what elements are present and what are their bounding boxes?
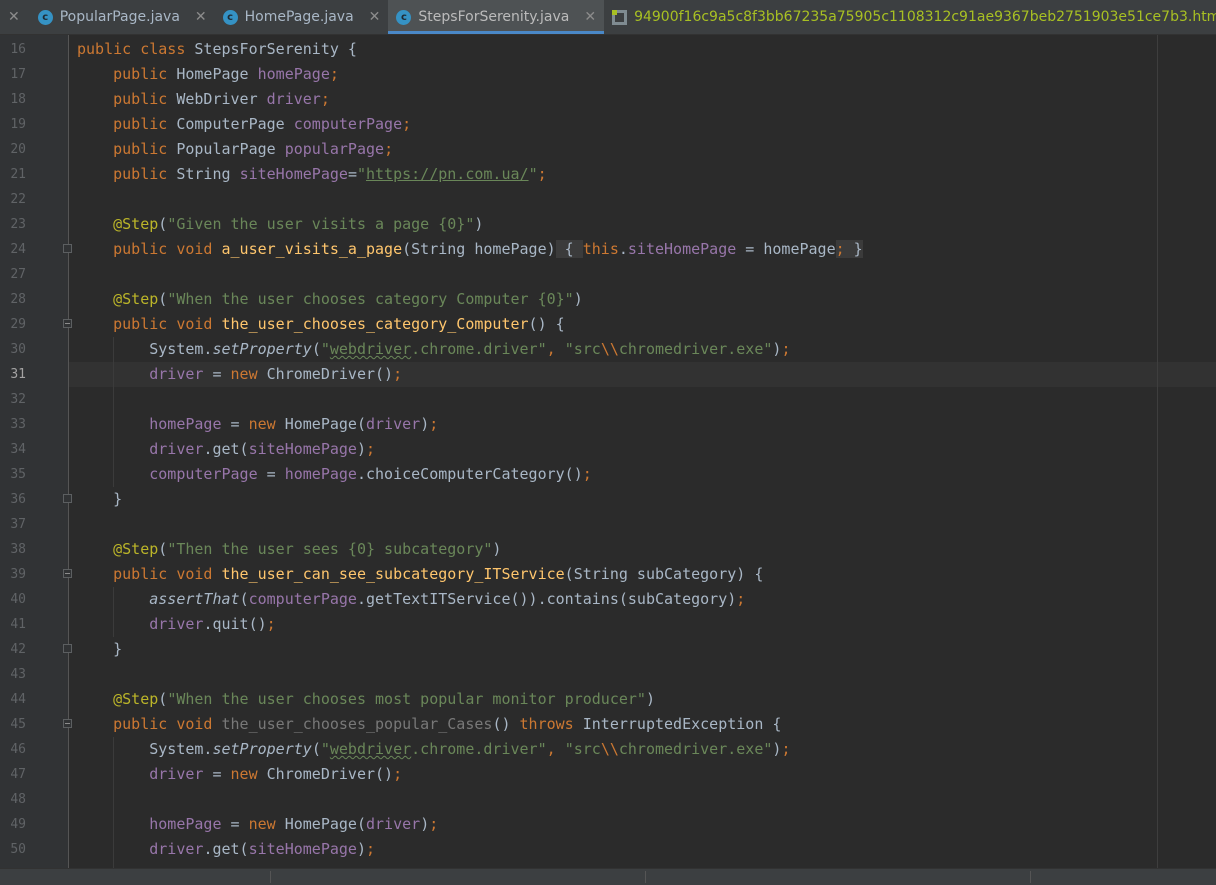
code-line: 17 public HomePage homePage;: [10, 65, 339, 83]
close-icon[interactable]: ✕: [369, 9, 381, 25]
fold-icon[interactable]: [63, 494, 72, 503]
code-line: 16 public class StepsForSerenity {: [10, 40, 357, 58]
tab-homepage-java[interactable]: c HomePage.java ✕: [215, 0, 389, 34]
code-line: 30 System.setProperty("webdriver.chrome.…: [10, 340, 791, 358]
fold-icon[interactable]: [63, 719, 72, 728]
code-line: 29 public void the_user_chooses_category…: [10, 315, 565, 333]
code-line: 23 @Step("Given the user visits a page {…: [10, 215, 484, 233]
code-line: 22: [10, 192, 26, 207]
code-line: 28 @Step("When the user chooses category…: [10, 290, 583, 308]
code-line: 45 public void the_user_chooses_popular_…: [10, 715, 782, 733]
code-line: 42 }: [10, 640, 123, 658]
code-line: 37: [10, 517, 26, 532]
close-icon[interactable]: ✕: [584, 9, 596, 25]
tab-label: HomePage.java: [244, 9, 354, 25]
code-line: 18 public WebDriver driver;: [10, 90, 330, 108]
code-line: 38 @Step("Then the user sees {0} subcate…: [10, 540, 502, 558]
status-divider: [1030, 871, 1031, 883]
code-line: 20 public PopularPage popularPage;: [10, 140, 394, 158]
code-line: 19 public ComputerPage computerPage;: [10, 115, 412, 133]
fold-icon[interactable]: [63, 569, 72, 578]
url-link[interactable]: https://pn.com.ua/: [366, 165, 529, 183]
status-bar: [0, 868, 1216, 885]
status-divider: [270, 871, 271, 883]
code-line: 43: [10, 667, 26, 682]
tab-stepsforserenity-java[interactable]: c StepsForSerenity.java ✕: [388, 0, 605, 34]
code-line: 35 computerPage = homePage.choiceCompute…: [10, 465, 592, 483]
code-line: 41 driver.quit();: [10, 615, 276, 633]
java-class-icon: c: [396, 9, 412, 25]
close-icon[interactable]: ✕: [0, 0, 30, 34]
tab-html-file[interactable]: 94900f16c9a5c8f3bb67235a75905c1108312c91…: [604, 0, 1216, 34]
code-line-current: 31 driver = new ChromeDriver();: [10, 365, 403, 383]
code-line: 32: [10, 392, 26, 407]
code-line: 44 @Step("When the user chooses most pop…: [10, 690, 655, 708]
code-line: 39 public void the_user_can_see_subcateg…: [10, 565, 764, 583]
code-line: 49 homePage = new HomePage(driver);: [10, 815, 439, 833]
fold-icon[interactable]: [63, 644, 72, 653]
code-line: 34 driver.get(siteHomePage);: [10, 440, 376, 458]
editor-tab-bar: ✕ c PopularPage.java ✕ c HomePage.java ✕…: [0, 0, 1216, 35]
code-line: 33 homePage = new HomePage(driver);: [10, 415, 439, 433]
code-line: 48: [10, 792, 26, 807]
html-file-icon: [612, 9, 628, 25]
tab-label: StepsForSerenity.java: [418, 9, 570, 25]
code-line: 47 driver = new ChromeDriver();: [10, 765, 403, 783]
tab-label: PopularPage.java: [59, 9, 180, 25]
code-line: 27: [10, 267, 26, 282]
code-line: 36 }: [10, 490, 123, 508]
code-line: 46 System.setProperty("webdriver.chrome.…: [10, 740, 791, 758]
code-line: 40 assertThat(computerPage.getTextITServ…: [10, 590, 746, 608]
tab-popularpage-java[interactable]: c PopularPage.java ✕: [30, 0, 215, 34]
java-class-icon: c: [222, 9, 238, 25]
fold-icon[interactable]: [63, 244, 72, 253]
code-editor[interactable]: 16 public class StepsForSerenity { 17 pub…: [0, 35, 1216, 868]
code-line: 50 driver.get(siteHomePage);: [10, 840, 376, 858]
close-icon[interactable]: ✕: [195, 9, 207, 25]
code-line: 24 public void a_user_visits_a_page(Stri…: [10, 240, 863, 258]
status-divider: [645, 871, 646, 883]
code-line: 21 public String siteHomePage="https://p…: [10, 165, 547, 183]
tab-label: 94900f16c9a5c8f3bb67235a75905c1108312c91…: [634, 9, 1216, 25]
java-class-icon: c: [37, 9, 53, 25]
fold-icon[interactable]: [63, 319, 72, 328]
